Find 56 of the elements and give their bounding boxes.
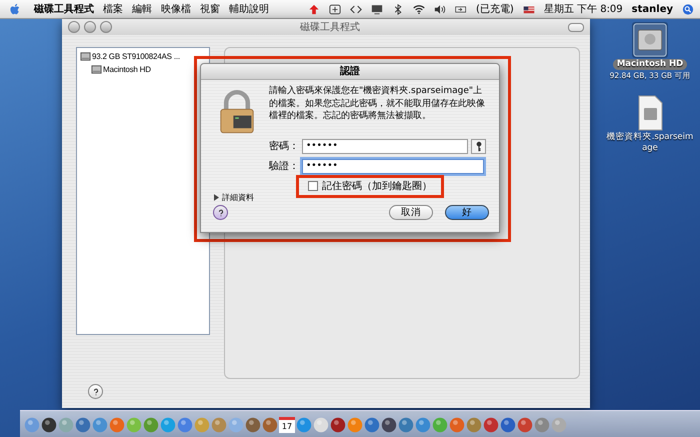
dialog-message: 請輸入密碼來保護您在"機密資料夾.sparseimage"上的檔案。如果您忘記此密碼，就不能取用儲存在此映像檔裡的檔案。忘記的密碼將無法被擷取。 xyxy=(269,85,486,123)
icon-label: 機密資料夾.sparseimage xyxy=(606,132,694,154)
app-icon[interactable] xyxy=(245,416,261,432)
help-button[interactable] xyxy=(88,384,103,399)
display-icon[interactable] xyxy=(371,4,384,14)
app-icon[interactable] xyxy=(381,416,397,432)
disk-item[interactable]: 93.2 GB ST9100824AS ... xyxy=(79,50,181,63)
window-title: 磁碟工具程式 xyxy=(299,20,361,34)
menu-item[interactable]: 磁碟工具程式 xyxy=(34,2,94,16)
calendar-icon[interactable]: 17 xyxy=(279,416,295,432)
flag-icon[interactable] xyxy=(522,4,535,14)
icon-label: Macintosh HD xyxy=(612,59,688,70)
battery-status[interactable]: (已充電) xyxy=(476,2,514,16)
disclosure-triangle-icon[interactable] xyxy=(214,194,219,200)
search-icon[interactable] xyxy=(682,4,694,14)
wifi-icon[interactable] xyxy=(413,4,426,14)
window-control[interactable] xyxy=(68,21,80,33)
field-label: 密碼： xyxy=(268,140,299,153)
field-label: 驗證： xyxy=(268,160,299,173)
ok-button[interactable]: 好 xyxy=(445,205,489,220)
apple-icon[interactable] xyxy=(10,2,21,16)
cancel-button[interactable]: 取消 xyxy=(389,205,433,220)
upload-arrow-icon[interactable] xyxy=(308,4,320,14)
user-name[interactable]: stanley xyxy=(632,4,673,14)
app-icon[interactable] xyxy=(41,416,57,432)
volume-item[interactable]: Macintosh HD xyxy=(79,63,152,76)
dialog-title: 認證 xyxy=(201,64,499,80)
plus-box-icon[interactable] xyxy=(329,4,342,14)
keychain-button[interactable] xyxy=(471,138,486,154)
window-control[interactable] xyxy=(100,21,112,33)
app-icon[interactable] xyxy=(330,416,346,432)
password-field[interactable]: •••••• xyxy=(302,138,468,154)
window-control[interactable] xyxy=(84,21,96,33)
drive-icon xyxy=(80,51,91,62)
menu-clock[interactable]: 星期五 下午 8:09 xyxy=(544,2,623,16)
details-toggle[interactable]: 詳細資料 xyxy=(222,192,254,202)
bluetooth-icon[interactable] xyxy=(392,4,404,14)
drive-icon xyxy=(91,64,102,75)
toolbar-toggle[interactable] xyxy=(568,22,584,32)
battery-icon[interactable] xyxy=(455,4,468,14)
key-icon xyxy=(474,140,482,152)
app-icon[interactable] xyxy=(483,416,499,432)
menu-item[interactable]: 輔助說明 xyxy=(229,2,269,16)
checkbox-label: 記住密碼（加到鑰匙圈） xyxy=(322,180,432,193)
menu-item[interactable]: 視窗 xyxy=(200,2,220,16)
volume-icon[interactable] xyxy=(434,4,446,14)
padlock-icon xyxy=(219,89,255,135)
app-icon[interactable] xyxy=(500,416,516,432)
code-brackets-icon[interactable] xyxy=(350,4,362,14)
help-button[interactable] xyxy=(213,205,228,220)
menu-item[interactable]: 映像檔 xyxy=(161,2,191,16)
checkbox[interactable] xyxy=(308,181,318,191)
menu-item[interactable]: 編輯 xyxy=(132,2,152,16)
menu-item[interactable]: 檔案 xyxy=(103,2,123,16)
hard-drive-icon[interactable] xyxy=(632,22,668,58)
password-field[interactable]: •••••• xyxy=(302,158,484,174)
